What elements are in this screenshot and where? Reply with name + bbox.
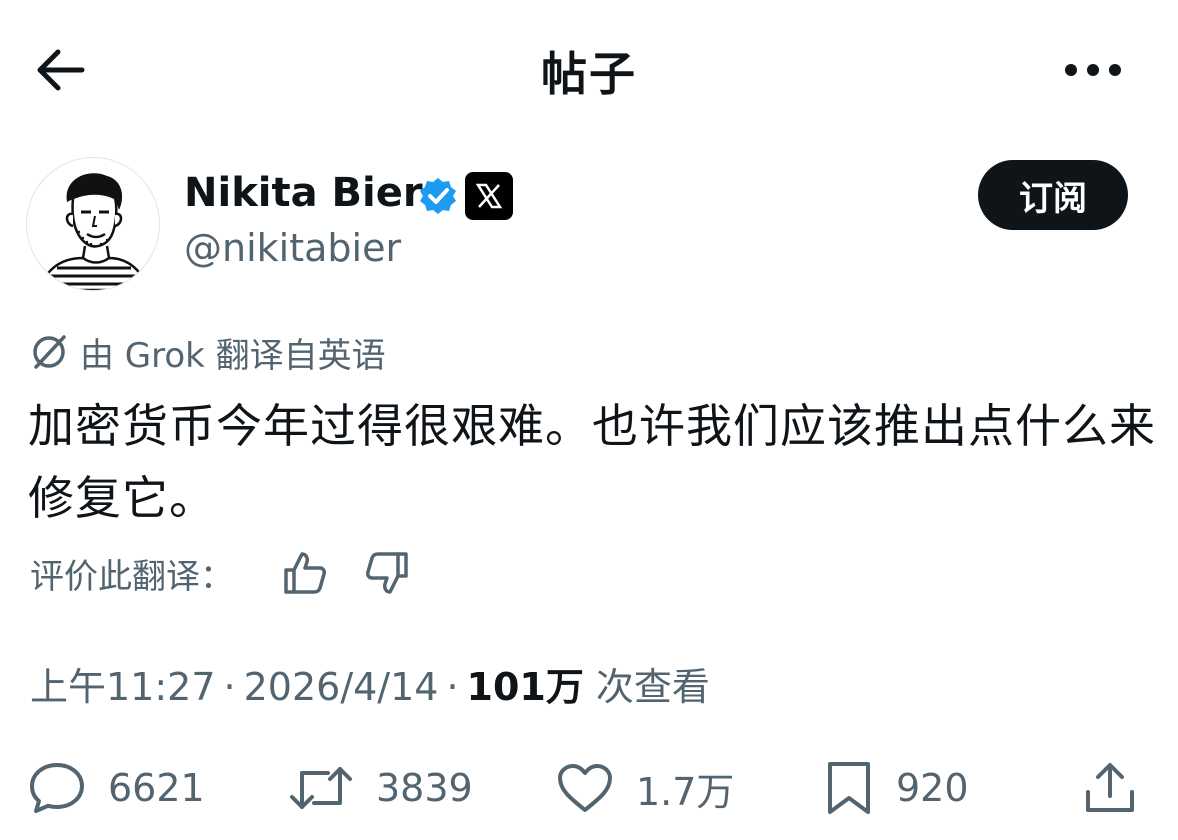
- translation-note: 由 Grok 翻译自英语: [30, 330, 386, 376]
- like-count: 1.7万: [636, 769, 735, 814]
- views-label: 次查看: [595, 665, 710, 709]
- bookmark-button[interactable]: 920: [824, 758, 969, 818]
- author-handle[interactable]: @nikitabier: [184, 226, 401, 270]
- like-button[interactable]: 1.7万: [556, 758, 734, 818]
- separator-dot: ·: [446, 665, 459, 709]
- grok-logo-icon: [33, 335, 66, 369]
- more-horizontal-icon: [1065, 64, 1121, 76]
- reply-icon: [30, 763, 84, 813]
- reply-button[interactable]: 6621: [28, 758, 205, 818]
- x-logo-badge: [465, 172, 513, 220]
- page-title: 帖子: [541, 47, 637, 101]
- more-options-button[interactable]: [1058, 40, 1128, 100]
- reply-count: 6621: [108, 766, 205, 810]
- thumbs-up-button[interactable]: [280, 548, 330, 598]
- x-logo-icon: [475, 183, 503, 209]
- tweet-text: 加密货币今年过得很艰难。也许我们应该推出点什么来修复它。: [28, 399, 1156, 525]
- post-detail-page: 帖子 Nikita Bier @nikitabier 订阅 由 Grok 翻译自…: [0, 0, 1178, 840]
- verified-badge-icon: [420, 178, 456, 214]
- share-icon: [1086, 763, 1134, 812]
- bookmark-icon: [828, 762, 870, 814]
- thumbs-down-icon: [366, 552, 408, 594]
- thumbs-down-button[interactable]: [362, 548, 412, 598]
- rate-translation-label: 评价此翻译：: [30, 556, 234, 597]
- repost-button[interactable]: 3839: [288, 758, 473, 818]
- tweet-time[interactable]: 上午11:27: [30, 656, 216, 711]
- bookmark-count: 920: [896, 766, 969, 810]
- avatar[interactable]: [26, 157, 160, 291]
- repost-icon: [290, 767, 352, 809]
- thumbs-up-icon: [284, 552, 326, 594]
- separator-dot: ·: [223, 665, 236, 709]
- translation-note-text: 由 Grok 翻译自英语: [80, 335, 386, 376]
- tweet-meta: 上午11:27 · 2026/4/14 · 101万 次查看: [30, 656, 710, 711]
- author-name[interactable]: Nikita Bier: [184, 170, 423, 216]
- heart-icon: [558, 764, 612, 812]
- share-button[interactable]: [1082, 758, 1138, 818]
- subscribe-button[interactable]: 订阅: [978, 160, 1128, 230]
- repost-count: 3839: [376, 766, 473, 810]
- views-count[interactable]: 101万: [467, 656, 584, 711]
- tweet-date[interactable]: 2026/4/14: [244, 665, 439, 709]
